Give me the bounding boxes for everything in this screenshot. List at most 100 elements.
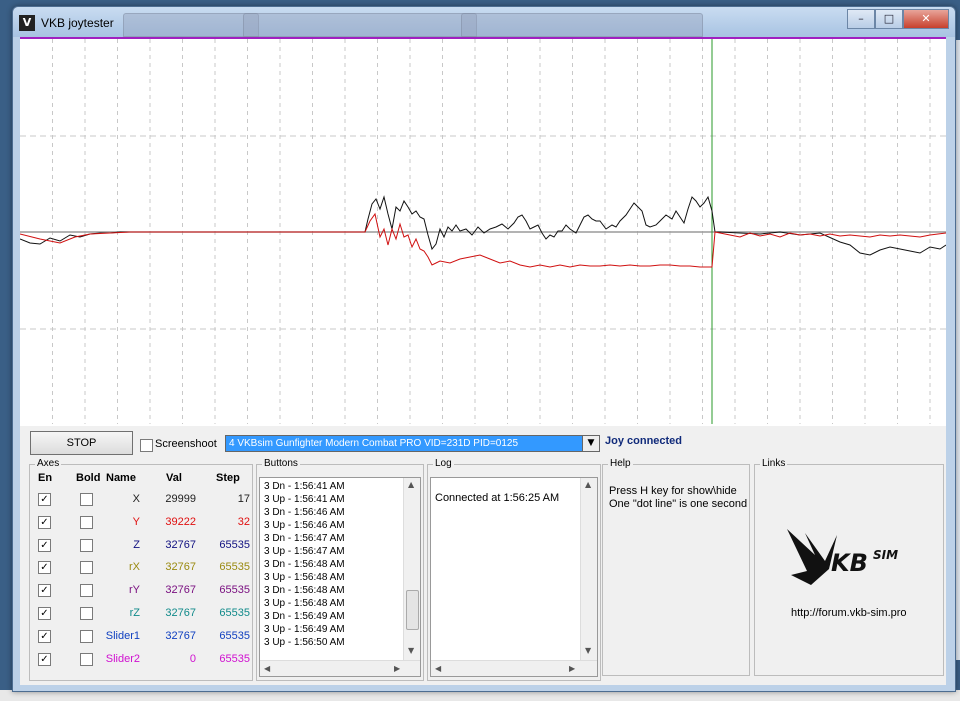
axis-enable-checkbox[interactable]: ✓ bbox=[38, 561, 51, 575]
help-group: Help Press H key for show\hide One "dot … bbox=[602, 458, 750, 676]
window-title: VKB joytester bbox=[41, 16, 114, 30]
title-bar[interactable]: V VKB joytester – □ ✕ bbox=[13, 7, 955, 37]
y-axis-trace bbox=[20, 212, 946, 268]
scroll-down-icon[interactable]: ▼ bbox=[585, 646, 591, 655]
svg-text:KB: KB bbox=[831, 549, 868, 577]
axis-enable-checkbox[interactable]: ✓ bbox=[38, 493, 51, 506]
screenshot-checkbox[interactable] bbox=[140, 439, 153, 452]
header-name: Name bbox=[106, 472, 136, 484]
axis-value: 32767 bbox=[165, 561, 196, 574]
axis-value: 32767 bbox=[165, 607, 196, 619]
axis-value: 32767 bbox=[165, 629, 196, 642]
header-bold: Bold bbox=[76, 472, 101, 484]
log-list[interactable]: Connected at 1:56:25 AM ▲ ▼ ◀ ▶ bbox=[430, 477, 598, 677]
scroll-up-icon[interactable]: ▲ bbox=[585, 480, 591, 489]
axis-row: ✓ rX 32767 65535 bbox=[30, 559, 258, 581]
button-event-line: 3 Dn - 1:56:49 AM bbox=[264, 611, 345, 622]
axis-enable-checkbox[interactable]: ✓ bbox=[38, 515, 51, 529]
help-group-label: Help bbox=[608, 458, 633, 469]
axis-step: 65535 bbox=[219, 607, 250, 619]
header-val: Val bbox=[166, 472, 182, 484]
axis-bold-checkbox[interactable] bbox=[80, 538, 93, 552]
axis-enable-checkbox[interactable]: ✓ bbox=[38, 652, 51, 666]
stop-button[interactable]: STOP bbox=[30, 431, 133, 455]
axis-enable-checkbox[interactable]: ✓ bbox=[38, 629, 51, 643]
scroll-right-icon[interactable]: ▶ bbox=[394, 664, 400, 673]
axis-value: 29999 bbox=[165, 493, 196, 505]
scroll-right-icon[interactable]: ▶ bbox=[569, 664, 575, 673]
vkb-app-icon: V bbox=[19, 15, 35, 31]
axis-name: Y bbox=[132, 515, 140, 528]
button-event-line: 3 Dn - 1:56:41 AM bbox=[264, 481, 345, 492]
scroll-up-icon[interactable]: ▲ bbox=[408, 480, 414, 489]
axis-step: 32 bbox=[237, 515, 250, 528]
axis-graph bbox=[20, 37, 946, 426]
button-event-line: 3 Up - 1:56:49 AM bbox=[264, 624, 345, 635]
button-event-line: 3 Up - 1:56:50 AM bbox=[264, 637, 345, 648]
window-controls: – □ ✕ bbox=[847, 9, 949, 29]
scroll-thumb[interactable] bbox=[406, 590, 419, 630]
log-group-label: Log bbox=[433, 458, 454, 469]
axis-bold-checkbox[interactable] bbox=[80, 652, 93, 666]
axis-step: 65535 bbox=[219, 538, 250, 551]
help-line-1: Press H key for show\hide bbox=[609, 485, 737, 497]
axis-bold-checkbox[interactable] bbox=[80, 607, 93, 620]
scroll-left-icon[interactable]: ◀ bbox=[435, 664, 441, 673]
scroll-down-icon[interactable]: ▼ bbox=[408, 646, 414, 655]
forum-link[interactable]: http://forum.vkb-sim.pro bbox=[791, 607, 907, 619]
log-group: Log Connected at 1:56:25 AM ▲ ▼ ◀ ▶ bbox=[427, 458, 601, 681]
buttons-vscroll[interactable]: ▲ ▼ bbox=[403, 478, 420, 660]
axis-enable-checkbox[interactable]: ✓ bbox=[38, 584, 51, 598]
links-group: Links KB SIM http://forum.vkb-sim.pro bbox=[754, 458, 944, 676]
screenshot-label: Screenshoot bbox=[155, 438, 217, 450]
axis-value: 32767 bbox=[165, 584, 196, 597]
axis-row: ✓ Y 39222 32 bbox=[30, 514, 258, 536]
help-line-2: One "dot line" is one second bbox=[609, 498, 748, 510]
axis-step: 65535 bbox=[219, 652, 250, 665]
axis-name: Slider2 bbox=[105, 652, 140, 665]
chevron-down-icon[interactable]: ▼ bbox=[582, 435, 600, 452]
scroll-left-icon[interactable]: ◀ bbox=[264, 664, 270, 673]
axis-row: ✓ Slider1 32767 65535 bbox=[30, 628, 258, 650]
button-event-line: 3 Up - 1:56:47 AM bbox=[264, 546, 345, 557]
axis-value: 39222 bbox=[165, 515, 196, 528]
header-step: Step bbox=[216, 472, 240, 484]
axis-row: ✓ Slider2 0 65535 bbox=[30, 651, 258, 673]
axis-value: 0 bbox=[189, 652, 196, 665]
axis-bold-checkbox[interactable] bbox=[80, 493, 93, 506]
log-hscroll[interactable]: ◀ ▶ bbox=[431, 660, 597, 676]
button-event-line: 3 Dn - 1:56:48 AM bbox=[264, 559, 345, 570]
maximize-button[interactable]: □ bbox=[875, 9, 903, 29]
axis-bold-checkbox[interactable] bbox=[80, 584, 93, 598]
axis-bold-checkbox[interactable] bbox=[80, 561, 93, 575]
button-event-line: 3 Up - 1:56:48 AM bbox=[264, 598, 345, 609]
buttons-group-label: Buttons bbox=[262, 458, 300, 469]
axis-enable-checkbox[interactable]: ✓ bbox=[38, 538, 51, 552]
axis-bold-checkbox[interactable] bbox=[80, 515, 93, 529]
close-button[interactable]: ✕ bbox=[903, 9, 949, 29]
button-event-line: 3 Dn - 1:56:46 AM bbox=[264, 507, 345, 518]
button-event-line: 3 Up - 1:56:48 AM bbox=[264, 572, 345, 583]
log-vscroll[interactable]: ▲ ▼ bbox=[580, 478, 597, 660]
device-select[interactable]: 4 VKBsim Gunfighter Modern Combat PRO VI… bbox=[225, 435, 600, 452]
connection-status: Joy connected bbox=[605, 435, 683, 447]
buttons-list[interactable]: 3 Dn - 1:56:41 AM 3 Up - 1:56:41 AM 3 Dn -… bbox=[259, 477, 421, 677]
vkbsim-logo[interactable]: KB SIM bbox=[785, 525, 915, 595]
button-event-line: 3 Up - 1:56:46 AM bbox=[264, 520, 345, 531]
minimize-button[interactable]: – bbox=[847, 9, 875, 29]
background-tab bbox=[123, 13, 259, 37]
axis-step: 65535 bbox=[219, 561, 250, 574]
axis-bold-checkbox[interactable] bbox=[80, 629, 93, 643]
header-en: En bbox=[38, 472, 53, 484]
background-tab bbox=[243, 13, 477, 37]
axis-name: X bbox=[132, 493, 140, 505]
axis-name: rY bbox=[129, 584, 140, 597]
app-window: V VKB joytester – □ ✕ STOP Screenshoot 4… bbox=[12, 6, 956, 692]
axis-enable-checkbox[interactable]: ✓ bbox=[38, 607, 51, 620]
axis-name: Slider1 bbox=[105, 629, 140, 642]
buttons-hscroll[interactable]: ◀ ▶ bbox=[260, 660, 420, 676]
button-event-line: 3 Dn - 1:56:48 AM bbox=[264, 585, 345, 596]
svg-text:SIM: SIM bbox=[873, 548, 898, 562]
axis-step: 17 bbox=[237, 493, 250, 505]
button-event-line: 3 Dn - 1:56:47 AM bbox=[264, 533, 345, 544]
